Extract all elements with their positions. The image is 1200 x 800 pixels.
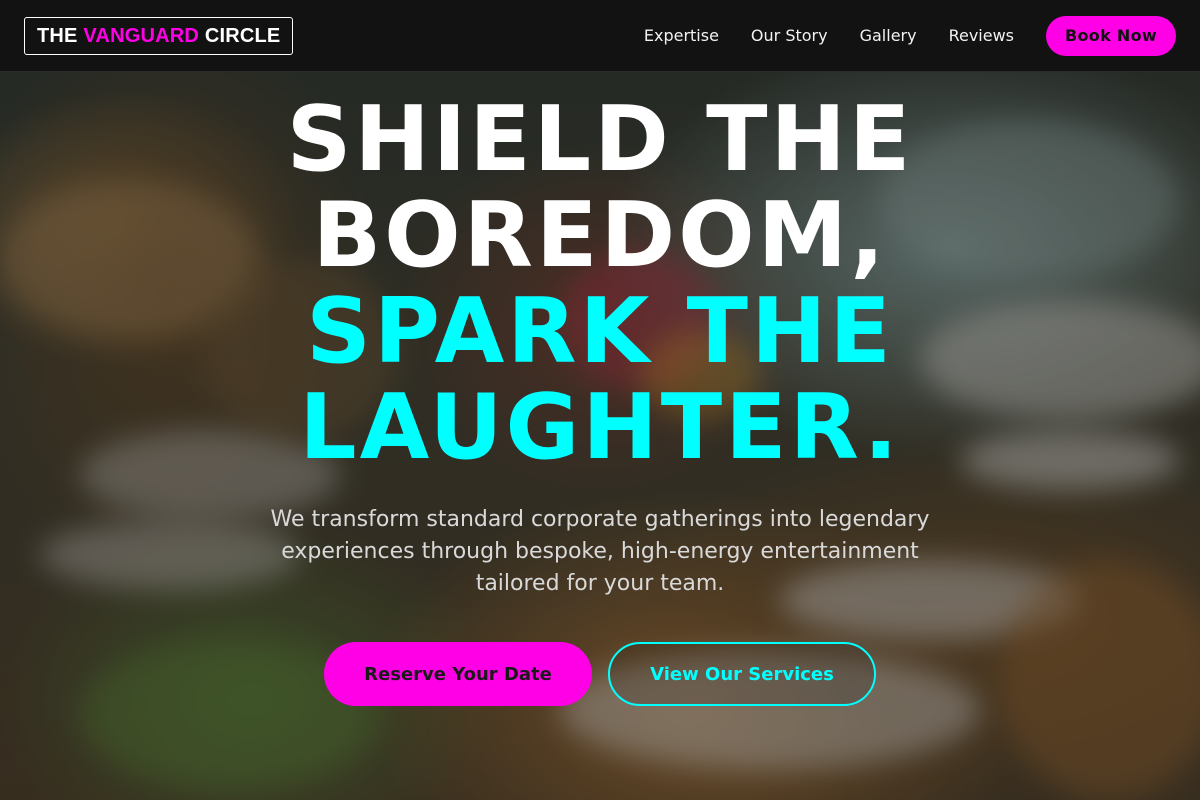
headline-line-3: SPARK THE: [306, 279, 894, 384]
nav-link-reviews[interactable]: Reviews: [949, 26, 1014, 45]
brand-logo-part3: CIRCLE: [204, 24, 281, 47]
site-header: THE VANGUARD CIRCLE Expertise Our Story …: [0, 0, 1200, 72]
hero-headline: SHIELD THE BOREDOM, SPARK THE LAUGHTER.: [0, 92, 1200, 476]
hero-subtitle: We transform standard corporate gatherin…: [270, 507, 930, 596]
hero-cta-row: Reserve Your Date View Our Services: [0, 642, 1200, 706]
nav-link-gallery[interactable]: Gallery: [860, 26, 917, 45]
brand-logo-part1: THE: [37, 24, 78, 47]
main-nav: Expertise Our Story Gallery Reviews Book…: [612, 15, 1176, 56]
hero-section: SHIELD THE BOREDOM, SPARK THE LAUGHTER. …: [0, 92, 1200, 706]
book-now-button[interactable]: Book Now: [1046, 15, 1176, 56]
headline-line-4: LAUGHTER.: [299, 375, 901, 480]
reserve-date-button[interactable]: Reserve Your Date: [324, 642, 592, 706]
headline-line-2: BOREDOM,: [312, 183, 888, 288]
brand-logo[interactable]: THE VANGUARD CIRCLE: [24, 16, 294, 55]
view-services-button[interactable]: View Our Services: [608, 642, 876, 706]
brand-logo-part2: VANGUARD: [83, 24, 200, 47]
nav-link-expertise[interactable]: Expertise: [644, 26, 719, 45]
nav-link-our-story[interactable]: Our Story: [751, 26, 828, 45]
headline-line-1: SHIELD THE: [286, 87, 914, 192]
